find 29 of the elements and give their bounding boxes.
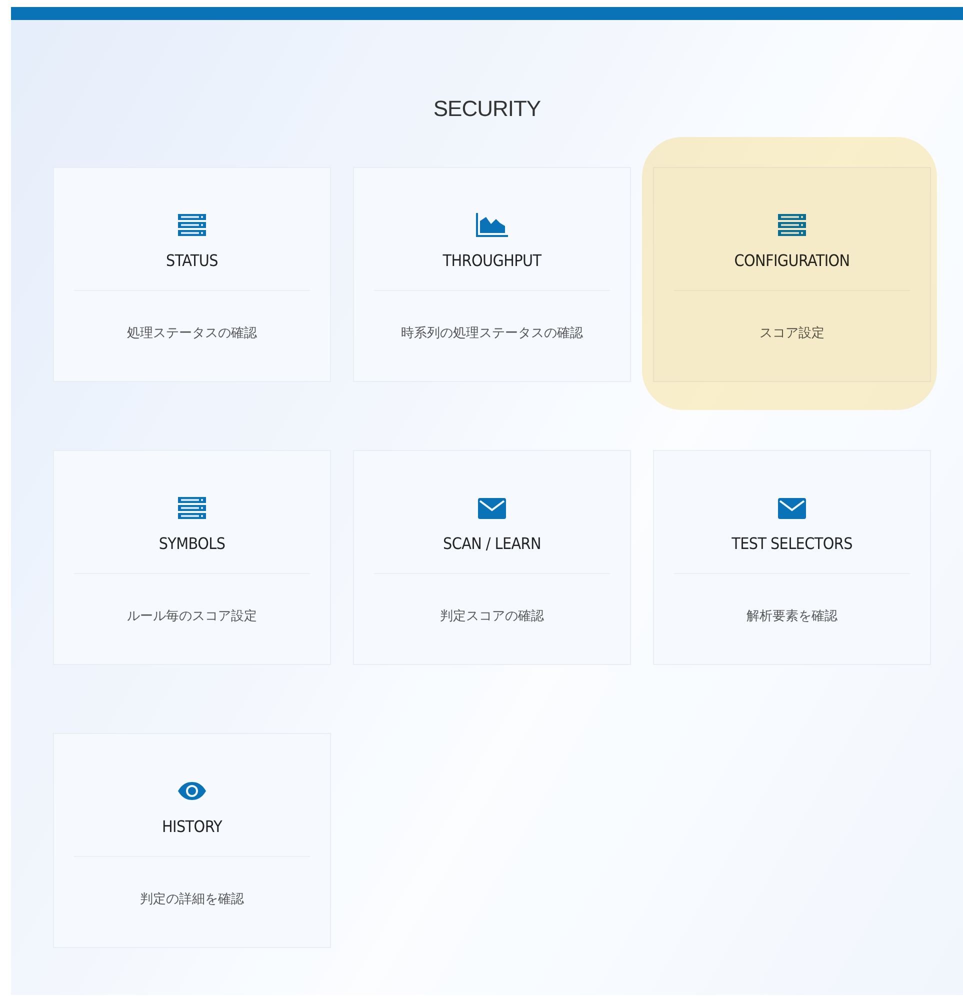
card-title: STATUS: [166, 251, 218, 270]
envelope-icon: [778, 498, 806, 518]
server-icon: [178, 497, 206, 519]
card-description: 処理ステータスの確認: [127, 325, 257, 342]
card-description: ルール毎のスコア設定: [127, 608, 257, 625]
menu-card[interactable]: CONFIGURATION スコア設定: [653, 167, 931, 382]
menu-card[interactable]: SCAN / LEARN 判定スコアの確認: [353, 450, 631, 665]
card-title: SCAN / LEARN: [443, 534, 541, 553]
area-chart-icon: [476, 213, 508, 237]
eye-icon: [177, 781, 207, 801]
card-description: 解析要素を確認: [746, 608, 838, 625]
menu-card[interactable]: THROUGHPUT 時系列の処理ステータスの確認: [353, 167, 631, 382]
menu-card[interactable]: TEST SELECTORS 解析要素を確認: [653, 450, 931, 665]
card-description: 判定スコアの確認: [440, 608, 544, 625]
menu-card[interactable]: STATUS 処理ステータスの確認: [53, 167, 331, 382]
menu-card[interactable]: SYMBOLS ルール毎のスコア設定: [53, 450, 331, 665]
card-description: スコア設定: [760, 325, 824, 342]
card-title: HISTORY: [162, 817, 222, 836]
envelope-icon: [478, 498, 506, 518]
card-title: CONFIGURATION: [734, 251, 850, 270]
server-icon: [778, 214, 806, 236]
section-title: SECURITY: [432, 95, 542, 123]
menu-card[interactable]: HISTORY 判定の詳細を確認: [53, 733, 331, 948]
card-description: 判定の詳細を確認: [140, 891, 244, 908]
card-title: TEST SELECTORS: [732, 534, 852, 553]
card-title: SYMBOLS: [158, 534, 226, 553]
card-description: 時系列の処理ステータスの確認: [401, 325, 583, 342]
server-icon: [178, 214, 206, 236]
card-title: THROUGHPUT: [442, 251, 542, 270]
